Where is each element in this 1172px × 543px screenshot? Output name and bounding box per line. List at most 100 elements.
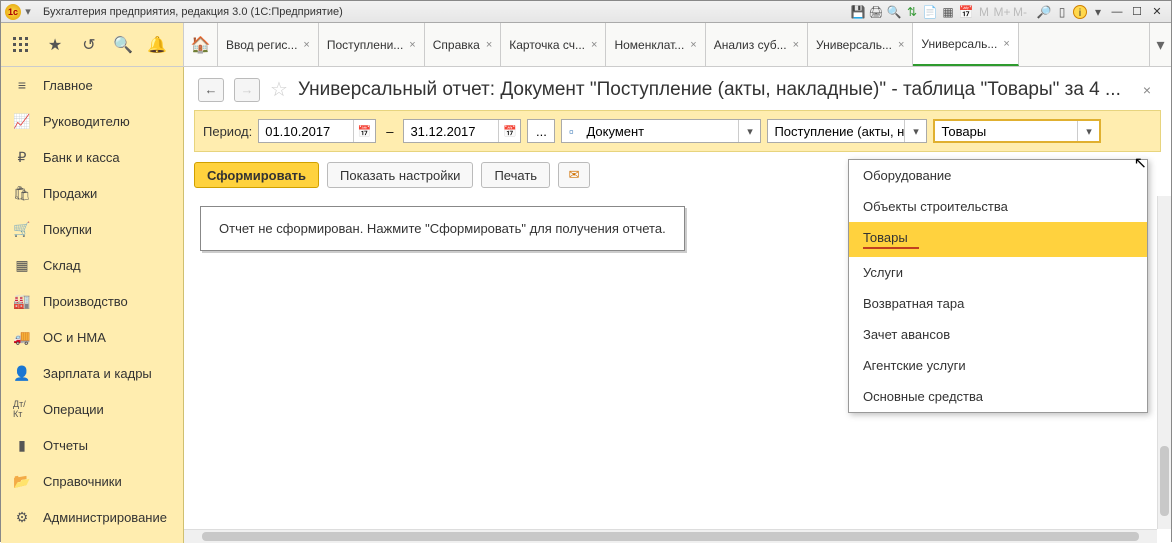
sidebar-item-operations[interactable]: Дт/КтОперации <box>1 391 183 427</box>
tab-kartochka[interactable]: Карточка сч...× <box>501 23 606 66</box>
tab-analiz[interactable]: Анализ суб...× <box>706 23 808 66</box>
calendar-icon[interactable]: 📅 <box>498 120 520 142</box>
calc-icon[interactable]: ▦ <box>939 4 957 20</box>
factory-icon: 🏭 <box>13 292 31 310</box>
close-button[interactable]: ✕ <box>1147 4 1167 20</box>
date-from-input[interactable]: 01.10.2017 📅 <box>258 119 376 143</box>
compare-icon[interactable]: ⇅ <box>903 4 921 20</box>
svg-text:i: i <box>1079 8 1081 19</box>
tab-spravka[interactable]: Справка× <box>425 23 502 66</box>
close-icon[interactable]: × <box>409 39 415 51</box>
sidebar-item-bank[interactable]: ₽Банк и касса <box>1 139 183 175</box>
tab-vvod-regis[interactable]: Ввод регис...× <box>218 23 319 66</box>
sidebar-item-production[interactable]: 🏭Производство <box>1 283 183 319</box>
sidebar-item-assets[interactable]: 🚚ОС и НМА <box>1 319 183 355</box>
sidebar-item-reports[interactable]: ▮Отчеты <box>1 427 183 463</box>
sidebar-item-main[interactable]: ≡Главное <box>1 67 183 103</box>
period-dash: – <box>382 124 397 139</box>
app-menu-dropdown[interactable]: ▾ <box>21 5 35 18</box>
calendar-icon[interactable]: 📅 <box>353 120 375 142</box>
bars-icon: ▮ <box>13 436 31 454</box>
sidebar-item-payroll[interactable]: 👤Зарплата и кадры <box>1 355 183 391</box>
close-icon[interactable]: × <box>690 39 696 51</box>
dropdown-item[interactable]: Оборудование <box>849 160 1147 191</box>
chevron-down-icon[interactable]: ▾ <box>738 120 760 142</box>
source-type-select[interactable]: ▫ Документ ▾ <box>561 119 761 143</box>
chevron-down-icon[interactable]: ▾ <box>1077 121 1099 141</box>
print-button[interactable]: Печать <box>481 162 550 188</box>
doc-icon[interactable]: 📄 <box>921 4 939 20</box>
m-plus-icon[interactable]: M+ <box>993 4 1011 20</box>
print-icon[interactable]: 🖨 <box>867 4 885 20</box>
tab-nomenklat[interactable]: Номенклат...× <box>606 23 705 66</box>
maximize-button[interactable]: ☐ <box>1127 4 1147 20</box>
dropdown-item[interactable]: Агентские услуги <box>849 350 1147 381</box>
tab-bar: 🏠 Ввод регис...× Поступлени...× Справка×… <box>184 23 1149 66</box>
panel-icon[interactable]: ▯ <box>1053 4 1071 20</box>
forward-button[interactable]: → <box>234 78 260 102</box>
m-icon[interactable]: M <box>975 4 993 20</box>
tabs-overflow-button[interactable]: ▾ <box>1149 23 1171 66</box>
dropdown-item[interactable]: Услуги <box>849 257 1147 288</box>
box-icon: ▦ <box>13 256 31 274</box>
back-button[interactable]: ← <box>198 78 224 102</box>
person-icon: 👤 <box>13 364 31 382</box>
date-to-input[interactable]: 31.12.2017 📅 <box>403 119 521 143</box>
sidebar-item-sales[interactable]: 🛍Продажи <box>1 175 183 211</box>
tab-universal-1[interactable]: Универсаль...× <box>808 23 913 66</box>
close-icon[interactable]: × <box>303 39 309 51</box>
home-tab[interactable]: 🏠 <box>184 23 218 66</box>
period-picker-button[interactable]: ... <box>527 119 555 143</box>
sidebar-item-warehouse[interactable]: ▦Склад <box>1 247 183 283</box>
chart-icon: 📈 <box>13 112 31 130</box>
show-settings-button[interactable]: Показать настройки <box>327 162 473 188</box>
page-close-button[interactable]: × <box>1137 82 1157 98</box>
tab-postupleni[interactable]: Поступлени...× <box>319 23 425 66</box>
zoom-in-icon[interactable]: 🔎 <box>1035 4 1053 20</box>
top-toolbar: ★ ↺ 🔍 🔔 🏠 Ввод регис...× Поступлени...× … <box>1 23 1171 67</box>
table-select[interactable]: Товары ▾ <box>933 119 1101 143</box>
close-icon[interactable]: × <box>898 39 904 51</box>
generate-button[interactable]: Сформировать <box>194 162 319 188</box>
tab-universal-2[interactable]: Универсаль...× <box>913 23 1018 66</box>
dropdown-item[interactable]: Основные средства <box>849 381 1147 412</box>
close-icon[interactable]: × <box>793 39 799 51</box>
info-icon[interactable]: i <box>1071 4 1089 20</box>
dropdown-item-selected[interactable]: Товары <box>849 222 1147 257</box>
info-dd-icon[interactable]: ▾ <box>1089 4 1107 20</box>
filter-bar: Период: 01.10.2017 📅 – 31.12.2017 📅 ... … <box>194 110 1161 152</box>
menu-icon: ≡ <box>13 76 31 94</box>
sidebar-item-refs[interactable]: 📂Справочники <box>1 463 183 499</box>
source-doc-select[interactable]: Поступление (акты, нак ▾ <box>767 119 927 143</box>
report-empty-message: Отчет не сформирован. Нажмите "Сформиров… <box>200 206 685 251</box>
sidebar-item-manager[interactable]: 📈Руководителю <box>1 103 183 139</box>
email-button[interactable]: ✉ <box>558 162 590 188</box>
horizontal-scrollbar[interactable] <box>184 529 1157 543</box>
vertical-scrollbar[interactable] <box>1157 196 1171 529</box>
bell-icon[interactable]: 🔔 <box>145 33 169 57</box>
save-icon[interactable]: 💾 <box>849 4 867 20</box>
table-select-dropdown: Оборудование Объекты строительства Товар… <box>848 159 1148 413</box>
search-icon[interactable]: 🔍 <box>111 33 135 57</box>
close-icon[interactable]: × <box>486 39 492 51</box>
chevron-down-icon[interactable]: ▾ <box>904 120 926 142</box>
m-minus-icon[interactable]: M- <box>1011 4 1029 20</box>
minimize-button[interactable]: — <box>1107 4 1127 20</box>
star-icon[interactable]: ☆ <box>270 77 288 102</box>
preview-icon[interactable]: 🔍 <box>885 4 903 20</box>
dropdown-item[interactable]: Объекты строительства <box>849 191 1147 222</box>
dropdown-item[interactable]: Зачет авансов <box>849 319 1147 350</box>
close-icon[interactable]: × <box>591 39 597 51</box>
calendar-icon[interactable]: 📅 <box>957 4 975 20</box>
favorite-icon[interactable]: ★ <box>43 33 67 57</box>
history-icon[interactable]: ↺ <box>77 33 101 57</box>
ruble-icon: ₽ <box>13 148 31 166</box>
window-title: Бухгалтерия предприятия, редакция 3.0 (1… <box>43 6 343 18</box>
sidebar: ≡Главное 📈Руководителю ₽Банк и касса 🛍Пр… <box>1 67 184 543</box>
dropdown-item[interactable]: Возвратная тара <box>849 288 1147 319</box>
sidebar-item-purchases[interactable]: 🛒Покупки <box>1 211 183 247</box>
sidebar-item-admin[interactable]: ⚙Администрирование <box>1 499 183 535</box>
folder-icon: 📂 <box>13 472 31 490</box>
close-icon[interactable]: × <box>1003 38 1009 50</box>
apps-icon[interactable] <box>9 33 33 57</box>
